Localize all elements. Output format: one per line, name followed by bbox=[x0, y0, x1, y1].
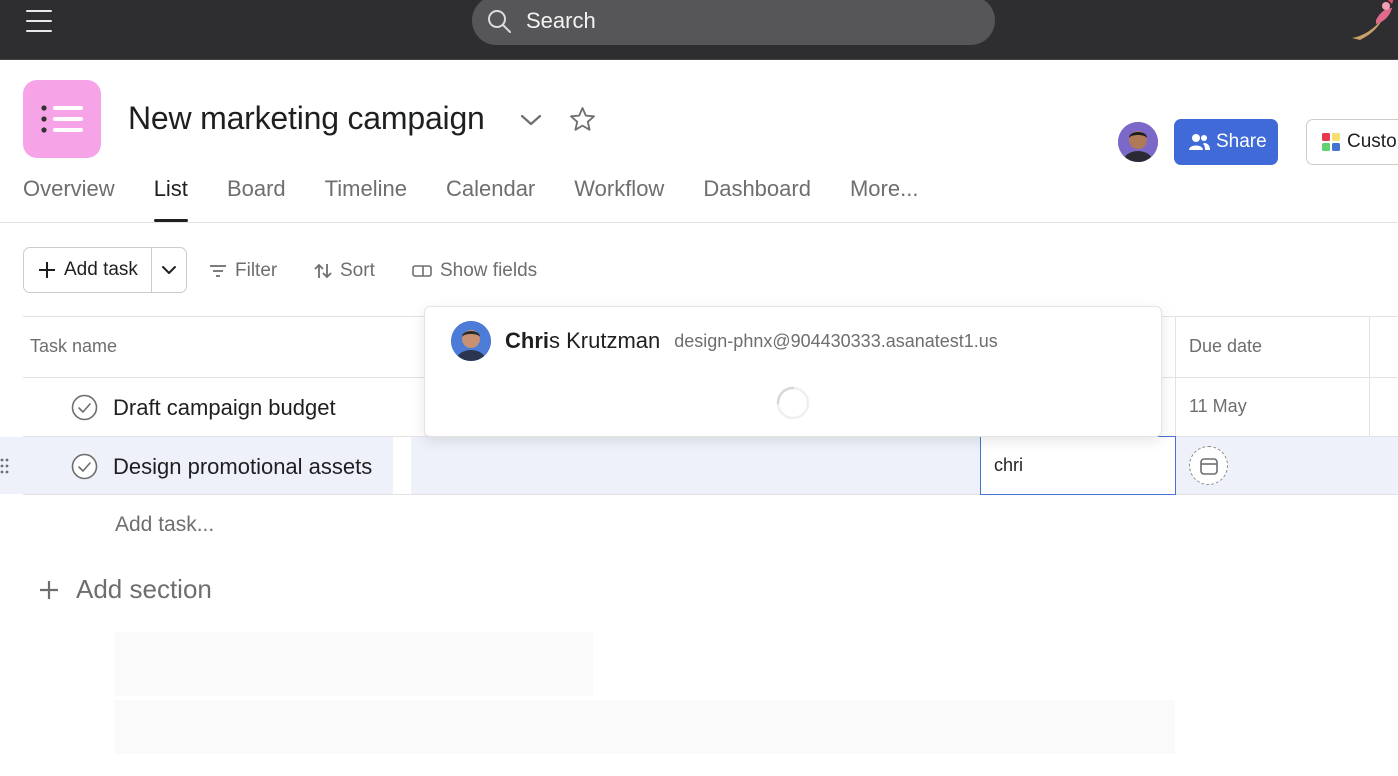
search-placeholder: Search bbox=[526, 7, 596, 33]
tabs-divider bbox=[0, 222, 1398, 223]
task-name[interactable]: Design promotional assets bbox=[113, 454, 372, 480]
plus-icon bbox=[39, 262, 55, 278]
customize-button[interactable]: Custo bbox=[1306, 119, 1398, 165]
filter-button[interactable]: Filter bbox=[209, 256, 277, 286]
star-icon[interactable] bbox=[569, 106, 596, 133]
due-date-value[interactable]: 11 May bbox=[1189, 396, 1247, 417]
tab-overview[interactable]: Overview bbox=[23, 176, 115, 222]
project-list-icon[interactable] bbox=[23, 80, 101, 158]
suggestion-name-rest: s Krutzman bbox=[549, 328, 661, 353]
search-bar[interactable]: Search bbox=[472, 0, 995, 45]
add-task-label: Add task bbox=[64, 259, 138, 280]
tab-list[interactable]: List bbox=[153, 176, 189, 222]
assignee-input[interactable] bbox=[980, 436, 1176, 495]
plus-icon bbox=[40, 580, 58, 599]
column-header-due-date[interactable]: Due date bbox=[1189, 336, 1262, 357]
share-button[interactable]: Share bbox=[1174, 119, 1278, 165]
member-avatar[interactable] bbox=[1118, 122, 1158, 162]
hamburger-menu-icon[interactable] bbox=[26, 9, 52, 33]
task-name[interactable]: Draft campaign budget bbox=[113, 395, 336, 421]
row-divider bbox=[23, 494, 1398, 495]
tab-workflow[interactable]: Workflow bbox=[574, 176, 664, 222]
add-section-label: Add section bbox=[76, 574, 212, 604]
search-icon bbox=[488, 9, 511, 33]
person-avatar-icon bbox=[451, 321, 491, 361]
tab-calendar[interactable]: Calendar bbox=[446, 176, 535, 222]
sort-icon bbox=[314, 263, 332, 279]
show-fields-button[interactable]: Show fields bbox=[412, 256, 537, 286]
add-task-button-group: Add task bbox=[23, 247, 187, 293]
list-icon bbox=[41, 105, 83, 133]
filter-icon bbox=[210, 265, 226, 277]
bird-logo-icon bbox=[1352, 0, 1394, 40]
due-date-picker-button[interactable] bbox=[1189, 446, 1228, 485]
show-fields-label: Show fields bbox=[440, 260, 538, 281]
cell-gap bbox=[393, 437, 411, 494]
top-bar: Search bbox=[0, 0, 1398, 60]
add-task-button[interactable]: Add task bbox=[24, 248, 152, 292]
project-title[interactable]: New marketing campaign bbox=[128, 100, 485, 137]
add-task-inline[interactable]: Add task... bbox=[115, 513, 214, 537]
tab-board[interactable]: Board bbox=[227, 176, 286, 222]
tab-timeline[interactable]: Timeline bbox=[325, 176, 407, 222]
calendar-icon bbox=[1199, 457, 1218, 475]
sort-button[interactable]: Sort bbox=[314, 256, 375, 286]
chevron-down-icon[interactable] bbox=[519, 110, 543, 130]
project-tabs: Overview List Board Timeline Calendar Wo… bbox=[23, 176, 957, 224]
chevron-down-icon bbox=[162, 266, 176, 274]
suggestion-email: design-phnx@904430333.asanatest1.us bbox=[674, 330, 998, 351]
suggestion-name: Chris Krutzman bbox=[505, 328, 660, 354]
user-avatar bbox=[451, 321, 491, 361]
people-icon bbox=[1189, 134, 1210, 150]
fields-icon bbox=[412, 265, 432, 277]
placeholder-block bbox=[115, 632, 593, 696]
complete-check-icon[interactable] bbox=[71, 453, 98, 480]
complete-check-icon[interactable] bbox=[71, 394, 98, 421]
column-header-task-name[interactable]: Task name bbox=[30, 336, 117, 357]
filter-label: Filter bbox=[235, 260, 278, 281]
sort-label: Sort bbox=[340, 260, 375, 281]
tab-dashboard[interactable]: Dashboard bbox=[703, 176, 811, 222]
drag-handle-icon[interactable] bbox=[0, 456, 10, 476]
tab-more[interactable]: More... bbox=[850, 176, 918, 222]
assignee-suggestion-item[interactable]: Chris Krutzman design-phnx@904430333.asa… bbox=[425, 317, 1161, 365]
placeholder-block bbox=[115, 700, 1175, 754]
customize-grid-icon bbox=[1322, 133, 1340, 151]
assignee-suggestions-dropdown: Chris Krutzman design-phnx@904430333.asa… bbox=[424, 306, 1162, 437]
person-avatar-icon bbox=[1118, 122, 1158, 162]
customize-label: Custo bbox=[1347, 131, 1397, 152]
share-label: Share bbox=[1216, 131, 1267, 152]
add-task-dropdown-button[interactable] bbox=[152, 248, 186, 292]
loading-spinner-icon bbox=[776, 386, 810, 420]
add-section-button[interactable]: Add section bbox=[38, 574, 212, 605]
suggestion-name-match: Chri bbox=[505, 328, 549, 353]
